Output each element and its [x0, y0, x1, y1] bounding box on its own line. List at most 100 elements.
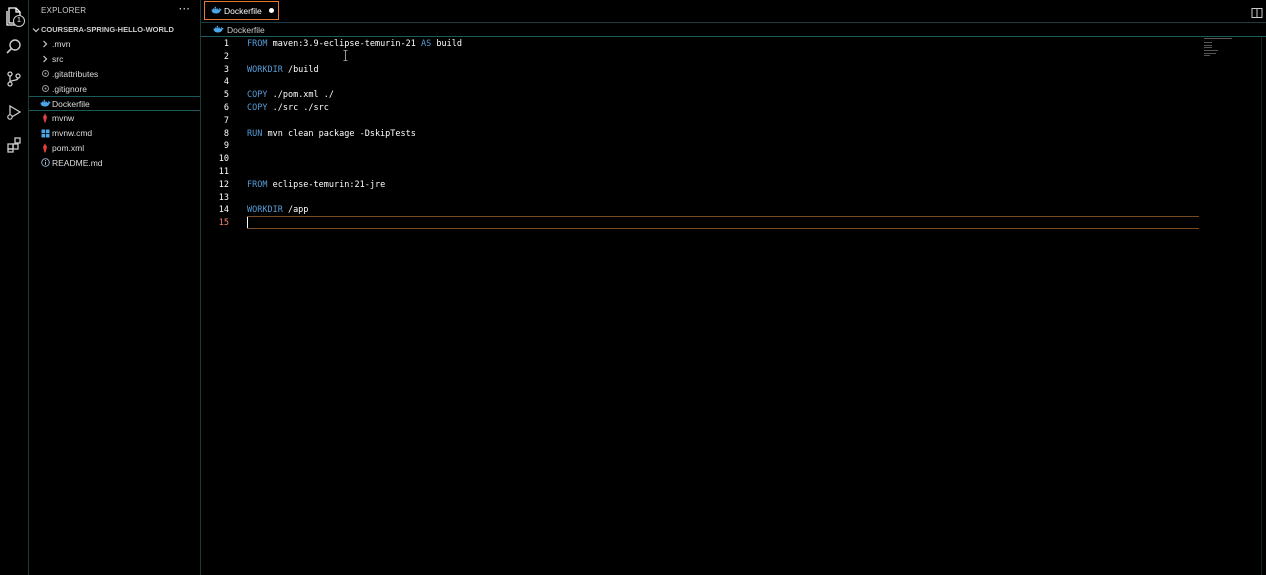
code-keyword: WORKDIR — [247, 64, 283, 75]
split-editor-icon[interactable] — [1251, 4, 1263, 18]
code-text: FROM eclipse-temurin:21-jre — [247, 179, 385, 192]
tree-item-label: mvnw — [52, 113, 75, 124]
tab-dockerfile[interactable]: Dockerfile — [204, 1, 279, 20]
workspace-folder-name: COURSERA-SPRING-HELLO-WORLD — [41, 25, 174, 34]
tree-item-dockerfile[interactable]: Dockerfile — [29, 96, 200, 111]
code-text: COPY ./src ./src — [247, 102, 329, 115]
code-line[interactable]: 2 — [201, 51, 1201, 64]
extensions-icon[interactable] — [2, 133, 26, 157]
code-token: /app — [282, 205, 309, 216]
files-icon[interactable]: 1 — [2, 4, 26, 28]
windows-icon — [39, 127, 51, 139]
explorer-header: EXPLORER ··· — [29, 0, 200, 22]
tree-item-mvnw-cmd[interactable]: mvnw.cmd — [29, 126, 200, 141]
code-line[interactable]: 4 — [201, 76, 1201, 89]
code-keyword: COPY — [247, 103, 268, 113]
tree-item-label: .mvn — [52, 39, 71, 50]
text-cursor — [247, 217, 248, 228]
file-tree: .mvn src .gitattributes .gitignore Docke… — [29, 37, 200, 170]
code-token: /build — [282, 64, 319, 75]
code-line[interactable]: 5 COPY ./pom.xml ./ — [201, 89, 1201, 102]
line-number: 5 — [223, 90, 229, 101]
line-number: 15 — [218, 218, 229, 229]
tree-item-src[interactable]: src — [29, 52, 200, 67]
code-line[interactable]: 1 FROM maven:3.9-eclipse-temurin-21 AS bu… — [201, 38, 1201, 51]
code-token: ./src ./src — [267, 103, 329, 113]
tab-label: Dockerfile — [224, 5, 262, 16]
editor-scrollbar[interactable] — [1261, 37, 1266, 575]
code-keyword: AS — [421, 39, 432, 49]
code-line[interactable]: 6 COPY ./src ./src — [201, 102, 1201, 115]
line-number: 11 — [218, 167, 229, 177]
tree-item-gitignore[interactable]: .gitignore — [29, 81, 200, 96]
code-line[interactable]: 3 WORKDIR /build — [201, 64, 1201, 77]
activity-bar: 1 — [0, 0, 29, 575]
line-number: 3 — [223, 64, 229, 75]
line-number: 8 — [223, 128, 229, 139]
line-number: 9 — [223, 141, 229, 152]
more-actions-button[interactable]: ··· — [179, 2, 190, 16]
breadcrumb: Dockerfile — [201, 23, 1266, 36]
code-token: build — [431, 39, 462, 49]
git-icon — [39, 68, 51, 80]
code-keyword: WORKDIR — [247, 205, 283, 216]
breadcrumb-item[interactable]: Dockerfile — [227, 25, 265, 35]
explorer-sidebar: EXPLORER ··· COURSERA-SPRING-HELLO-WORLD… — [29, 0, 201, 575]
tree-item-label: Dockerfile — [52, 98, 90, 109]
tree-item-gitattributes[interactable]: .gitattributes — [29, 67, 200, 82]
code-line[interactable]: 11 — [201, 166, 1201, 179]
line-number: 12 — [218, 179, 229, 190]
explorer-title: EXPLORER — [41, 6, 87, 15]
code-keyword: FROM — [247, 39, 268, 49]
ibeam-cursor-icon — [343, 46, 348, 61]
docker-icon — [39, 98, 51, 110]
code-line[interactable]: 7 — [201, 115, 1201, 128]
code-line[interactable]: 13 — [201, 192, 1201, 205]
tree-item-label: .gitignore — [52, 83, 87, 94]
line-number: 10 — [218, 154, 229, 165]
code-text: FROM maven:3.9-eclipse-temurin-21 AS bui… — [247, 38, 462, 51]
line-number: 14 — [218, 205, 229, 216]
maven-icon — [39, 112, 51, 124]
tree-item-label: pom.xml — [52, 142, 85, 153]
code-text: COPY ./pom.xml ./ — [247, 89, 334, 102]
tree-item-mvnw[interactable]: mvnw — [29, 111, 200, 126]
info-icon — [39, 157, 51, 169]
tree-item-pom-xml[interactable]: pom.xml — [29, 141, 200, 156]
source-control-icon[interactable] — [2, 67, 26, 91]
docker-icon — [211, 5, 222, 16]
git-icon — [39, 83, 51, 95]
line-number: 13 — [218, 192, 229, 203]
tree-item-mvn[interactable]: .mvn — [29, 37, 200, 52]
tree-item-readme[interactable]: README.md — [29, 155, 200, 170]
tree-item-label: .gitattributes — [52, 68, 99, 79]
line-number: 7 — [223, 115, 229, 126]
chevron-right-icon — [39, 53, 51, 65]
code-text: WORKDIR /build — [247, 64, 319, 77]
code-keyword: COPY — [247, 90, 268, 101]
line-number: 4 — [223, 77, 229, 88]
workspace-folder-row[interactable]: COURSERA-SPRING-HELLO-WORLD — [29, 22, 200, 37]
explorer-badge: 1 — [13, 15, 25, 27]
code-text: RUN mvn clean package -DskipTests — [247, 128, 416, 141]
chevron-down-icon — [31, 25, 41, 35]
line-number: 1 — [223, 39, 229, 49]
code-editor[interactable]: 1 FROM maven:3.9-eclipse-temurin-21 AS bu… — [201, 37, 1266, 575]
run-debug-icon[interactable] — [2, 100, 26, 124]
code-keyword: FROM — [247, 179, 268, 190]
search-icon[interactable] — [2, 35, 26, 59]
code-line[interactable]: 9 — [201, 140, 1201, 153]
current-line-highlight — [247, 216, 1199, 229]
code-token: mvn clean package -DskipTests — [262, 128, 416, 139]
code-line[interactable]: 8 RUN mvn clean package -DskipTests — [201, 128, 1201, 141]
code-line[interactable]: 10 — [201, 153, 1201, 166]
docker-icon — [213, 24, 224, 35]
minimap[interactable] — [1204, 38, 1238, 58]
code-token: ./pom.xml ./ — [267, 90, 335, 101]
code-line[interactable]: 12 FROM eclipse-temurin:21-jre — [201, 179, 1201, 192]
unsaved-dot-icon[interactable] — [268, 8, 274, 13]
line-number: 6 — [223, 103, 229, 113]
chevron-right-icon — [39, 38, 51, 50]
tree-item-label: README.md — [52, 157, 103, 168]
code-token: eclipse-temurin:21-jre — [267, 179, 386, 190]
